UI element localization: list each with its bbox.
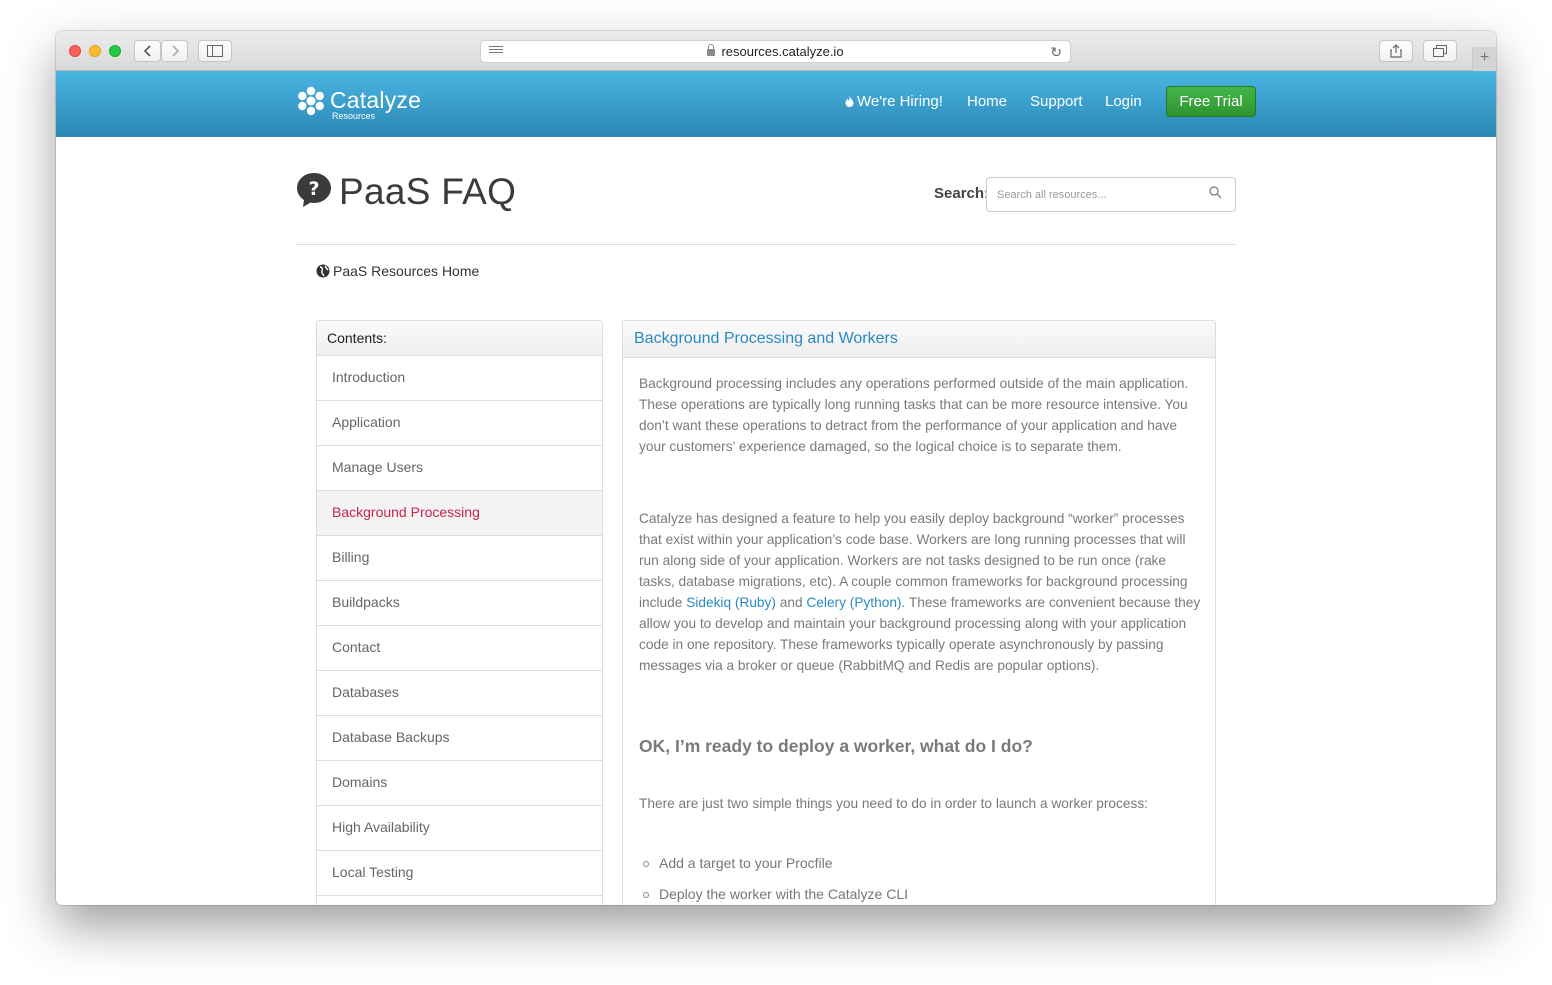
- nav-hiring-label: We're Hiring!: [857, 93, 943, 110]
- chevron-left-icon: [143, 45, 151, 57]
- sidebar-item-domains[interactable]: Domains: [317, 761, 602, 806]
- brand-subtitle: Resources: [332, 111, 376, 121]
- browser-toolbar: resources.catalyze.io ↻ +: [56, 31, 1496, 71]
- nav-login[interactable]: Login: [1105, 71, 1142, 137]
- site-header: Catalyze Resources We're Hiring! Home Su…: [56, 71, 1496, 137]
- tabs-icon: [1433, 45, 1447, 57]
- address-bar[interactable]: resources.catalyze.io ↻: [480, 40, 1071, 63]
- sidebar-item-local-testing[interactable]: Local Testing: [317, 851, 602, 896]
- free-trial-button[interactable]: Free Trial: [1166, 86, 1256, 117]
- search-input[interactable]: [997, 186, 1197, 204]
- brand-name: Catalyze: [330, 87, 422, 113]
- close-window-button[interactable]: [69, 45, 81, 57]
- contents-sidebar: Contents: Introduction Application Manag…: [316, 320, 603, 905]
- list-item: Deploy the worker with the Catalyze CLI: [639, 884, 1201, 905]
- share-button[interactable]: [1379, 40, 1413, 62]
- article-panel: Background Processing and Workers Backgr…: [622, 320, 1216, 905]
- globe-icon: [316, 264, 330, 278]
- article-paragraph-1: Background processing includes any opera…: [639, 376, 1189, 454]
- url-text: resources.catalyze.io: [721, 44, 844, 59]
- chevron-right-icon: [171, 45, 179, 57]
- logo-mark-icon: [298, 86, 324, 116]
- sidebar-item-databases[interactable]: Databases: [317, 671, 602, 716]
- back-button[interactable]: [134, 40, 161, 62]
- article-heading: Background Processing and Workers: [623, 321, 1215, 358]
- search-icon[interactable]: [1209, 186, 1222, 199]
- celery-link[interactable]: Celery (Python): [806, 595, 901, 610]
- sidebar-item-background-processing[interactable]: Background Processing: [317, 491, 602, 536]
- nav-home[interactable]: Home: [967, 71, 1007, 137]
- sidebar-item-manage-users[interactable]: Manage Users: [317, 446, 602, 491]
- reader-icon[interactable]: [489, 46, 503, 57]
- sidebar-toggle-button[interactable]: [198, 40, 232, 62]
- sidebar-item-introduction[interactable]: Introduction: [317, 356, 602, 401]
- reload-icon[interactable]: ↻: [1050, 42, 1062, 63]
- nav-support[interactable]: Support: [1030, 71, 1083, 137]
- sidebar-item-application[interactable]: Application: [317, 401, 602, 446]
- share-icon: [1390, 44, 1402, 58]
- article-paragraph-2: Catalyze has designed a feature to help …: [639, 508, 1201, 676]
- lock-icon: [707, 44, 716, 56]
- forward-button[interactable]: [161, 40, 188, 62]
- search-box[interactable]: [986, 177, 1236, 212]
- question-bubble-icon: ?: [297, 173, 331, 207]
- paragraph-2-text-b: and: [775, 595, 807, 610]
- article-subheading: OK, I’m ready to deploy a worker, what d…: [639, 736, 1033, 756]
- sidebar-item-high-availability[interactable]: High Availability: [317, 806, 602, 851]
- new-tab-button[interactable]: +: [1472, 47, 1496, 71]
- sidebar-item-contact[interactable]: Contact: [317, 626, 602, 671]
- resources-home-label: PaaS Resources Home: [333, 263, 480, 279]
- page-title: PaaS FAQ: [339, 171, 517, 212]
- svg-text:?: ?: [308, 178, 319, 200]
- title-divider: [296, 244, 1236, 245]
- sidebar-item-billing[interactable]: Billing: [317, 536, 602, 581]
- sidebar-icon: [207, 45, 223, 57]
- minimize-window-button[interactable]: [89, 45, 101, 57]
- sidebar-item-database-backups[interactable]: Database Backups: [317, 716, 602, 761]
- sidekiq-link[interactable]: Sidekiq (Ruby): [686, 595, 776, 610]
- search-label: Search:: [934, 185, 990, 202]
- browser-window: resources.catalyze.io ↻ + Catalyze Resou…: [56, 31, 1496, 905]
- steps-list: Add a target to your Procfile Deploy the…: [639, 853, 1201, 905]
- flame-icon: [845, 96, 854, 107]
- sidebar-item-buildpacks[interactable]: Buildpacks: [317, 581, 602, 626]
- zoom-window-button[interactable]: [109, 45, 121, 57]
- tabs-overview-button[interactable]: [1423, 40, 1457, 62]
- article-paragraph-3: There are just two simple things you nee…: [639, 796, 1148, 811]
- nav-hiring[interactable]: We're Hiring!: [845, 71, 943, 137]
- list-item: Add a target to your Procfile: [639, 853, 1201, 884]
- sidebar-heading: Contents:: [317, 321, 602, 356]
